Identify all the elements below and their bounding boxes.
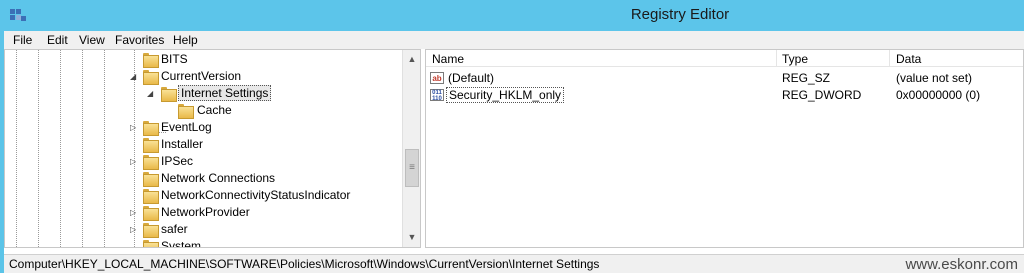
tree-item-label: Installer [161, 137, 204, 151]
tree-item-currentversion[interactable]: ◢ CurrentVersion [129, 68, 399, 85]
tree-item-label: Internet Settings [178, 85, 272, 101]
folder-icon [143, 121, 159, 136]
column-divider[interactable] [889, 50, 890, 67]
table-row[interactable]: 011 110 Security_HKLM_only REG_DWORD 0x0… [426, 87, 1023, 104]
column-divider[interactable] [776, 50, 777, 67]
string-value-icon: ab [430, 72, 444, 84]
tree-item-label: CurrentVersion [161, 69, 242, 83]
tree-item-bits[interactable]: BITS [129, 51, 399, 68]
value-data: (value not set) [896, 71, 973, 85]
folder-icon [143, 53, 159, 68]
watermark: www.eskonr.com [905, 256, 1018, 273]
registry-editor-window: File Edit View Favorites Help BITS ◢ Cur… [4, 31, 1024, 273]
binary-value-icon: 011 110 [430, 89, 444, 102]
scroll-up-icon[interactable]: ▲ [404, 51, 420, 67]
list-header: Name Type Data [426, 50, 1023, 67]
scrollbar-thumb[interactable]: ≡ [405, 149, 419, 187]
tree-item-cache[interactable]: Cache [166, 102, 396, 119]
tree-item-label: IPSec [161, 154, 194, 168]
tree-expander[interactable]: ▷ [130, 123, 136, 132]
tree-guide-line [60, 50, 61, 247]
menu-favorites[interactable]: Favorites [115, 33, 164, 47]
tree-guide-line [16, 50, 17, 247]
tree-item-label: Cache [197, 103, 232, 117]
folder-icon [143, 138, 159, 153]
registry-key-tree[interactable]: BITS ◢ CurrentVersion ◢ Internet Setting… [4, 49, 421, 248]
table-row[interactable]: ab (Default) REG_SZ (value not set) [426, 70, 1023, 87]
tree-item-label: NetworkConnectivityStatusIndicator [161, 188, 351, 202]
menu-view[interactable]: View [79, 33, 105, 47]
tree-guide-line [104, 50, 105, 247]
tree-item-ipsec[interactable]: ▷ IPSec [129, 153, 399, 170]
tree-item-network-connections[interactable]: Network Connections [129, 170, 399, 187]
registry-values-list[interactable]: Name Type Data ab (Default) REG_SZ (valu… [425, 49, 1024, 248]
tree-item-system[interactable]: System [129, 238, 399, 248]
tree-item-installer[interactable]: Installer [129, 136, 399, 153]
tree-item-label: BITS [161, 52, 188, 66]
folder-icon [143, 70, 159, 85]
menu-edit[interactable]: Edit [47, 33, 68, 47]
tree-item-eventlog[interactable]: ▷ EventLog [129, 119, 399, 136]
tree-item-networkconnectivitystatusindicator[interactable]: NetworkConnectivityStatusIndicator [129, 187, 399, 204]
folder-icon [143, 172, 159, 187]
value-name: (Default) [448, 71, 495, 85]
column-header-data[interactable]: Data [896, 52, 921, 66]
tree-expander[interactable]: ◢ [130, 72, 136, 81]
folder-icon [143, 189, 159, 204]
tree-item-label: Network Connections [161, 171, 276, 185]
tree-expander[interactable]: ▷ [130, 225, 136, 234]
scroll-down-icon[interactable]: ▼ [404, 229, 420, 245]
folder-icon [178, 104, 194, 119]
value-data: 0x00000000 (0) [896, 88, 981, 102]
menu-bar: File Edit View Favorites Help [4, 31, 1024, 49]
value-type: REG_DWORD [782, 88, 862, 102]
title-bar[interactable]: Registry Editor [0, 0, 1024, 31]
tree-expander[interactable]: ▷ [130, 157, 136, 166]
tree-item-label: EventLog [161, 120, 212, 134]
tree-guide-line [38, 50, 39, 247]
folder-icon [143, 155, 159, 170]
column-header-name[interactable]: Name [432, 52, 464, 66]
tree-item-label: safer [161, 222, 188, 236]
menu-help[interactable]: Help [173, 33, 198, 47]
folder-icon [143, 240, 159, 247]
tree-item-safer[interactable]: ▷ safer [129, 221, 399, 238]
tree-item-label: System [161, 239, 202, 248]
window-title: Registry Editor [630, 6, 730, 23]
tree-vertical-scrollbar[interactable]: ▲ ≡ ▼ [402, 50, 420, 247]
tree-expander[interactable]: ▷ [130, 208, 136, 217]
status-bar: Computer\HKEY_LOCAL_MACHINE\SOFTWARE\Pol… [4, 254, 1024, 273]
current-key-path: Computer\HKEY_LOCAL_MACHINE\SOFTWARE\Pol… [9, 257, 600, 271]
value-type: REG_SZ [782, 71, 831, 85]
column-header-type[interactable]: Type [782, 52, 808, 66]
folder-icon [161, 87, 177, 102]
tree-item-networkprovider[interactable]: ▷ NetworkProvider [129, 204, 399, 221]
tree-item-internet-settings[interactable]: ◢ Internet Settings [146, 85, 396, 102]
value-name: Security_HKLM_only [446, 87, 565, 103]
folder-icon [143, 223, 159, 238]
tree-guide-line [82, 50, 83, 247]
folder-icon [143, 206, 159, 221]
tree-item-label: NetworkProvider [161, 205, 250, 219]
menu-file[interactable]: File [13, 33, 32, 47]
tree-expander[interactable]: ◢ [147, 89, 153, 98]
